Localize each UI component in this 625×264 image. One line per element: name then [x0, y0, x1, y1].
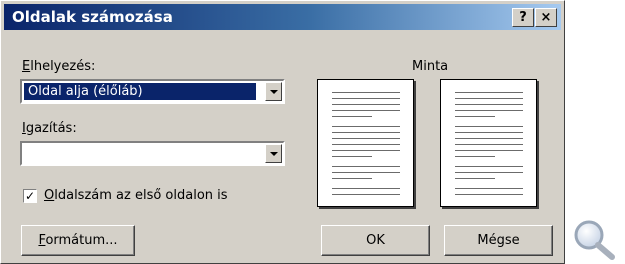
cancel-button[interactable]: Mégse	[444, 225, 553, 256]
alignment-dropdown[interactable]	[20, 141, 285, 166]
alignment-label-text: gazítás:	[25, 121, 77, 136]
first-page-label-accel: O	[44, 188, 55, 203]
first-page-checkbox[interactable]: ✓	[23, 189, 37, 203]
magnifier-icon[interactable]	[571, 218, 617, 260]
help-button[interactable]: ?	[512, 8, 534, 27]
alignment-label: Igazítás:	[22, 121, 77, 136]
preview-label: Minta	[412, 59, 449, 74]
ok-button[interactable]: OK	[321, 225, 430, 256]
alignment-dropdown-value	[24, 145, 32, 162]
position-dropdown-arrow[interactable]	[265, 82, 282, 101]
position-dropdown-value: Oldal alja (élőláb)	[24, 83, 256, 100]
format-button-text: ormátum...	[45, 233, 118, 248]
dialog-title: Oldalak számozása	[12, 8, 173, 26]
page-numbers-dialog: Oldalak számozása ? × Elhelyezés: Oldal …	[0, 0, 565, 264]
position-label-text: lhelyezés:	[30, 59, 96, 74]
alignment-dropdown-arrow[interactable]	[265, 144, 282, 163]
title-bar[interactable]: Oldalak számozása ? ×	[4, 4, 561, 30]
first-page-checkbox-label[interactable]: Oldalszám az első oldalon is	[44, 188, 228, 203]
preview-page-right	[440, 79, 537, 207]
position-label: Elhelyezés:	[22, 59, 95, 74]
format-button[interactable]: Formátum...	[21, 225, 135, 256]
position-label-accel: E	[22, 59, 31, 74]
close-button[interactable]: ×	[535, 8, 557, 27]
first-page-label-text: ldalszám az első oldalon is	[54, 188, 228, 203]
preview-page-left	[317, 79, 414, 207]
position-dropdown[interactable]: Oldal alja (élőláb)	[20, 79, 285, 104]
